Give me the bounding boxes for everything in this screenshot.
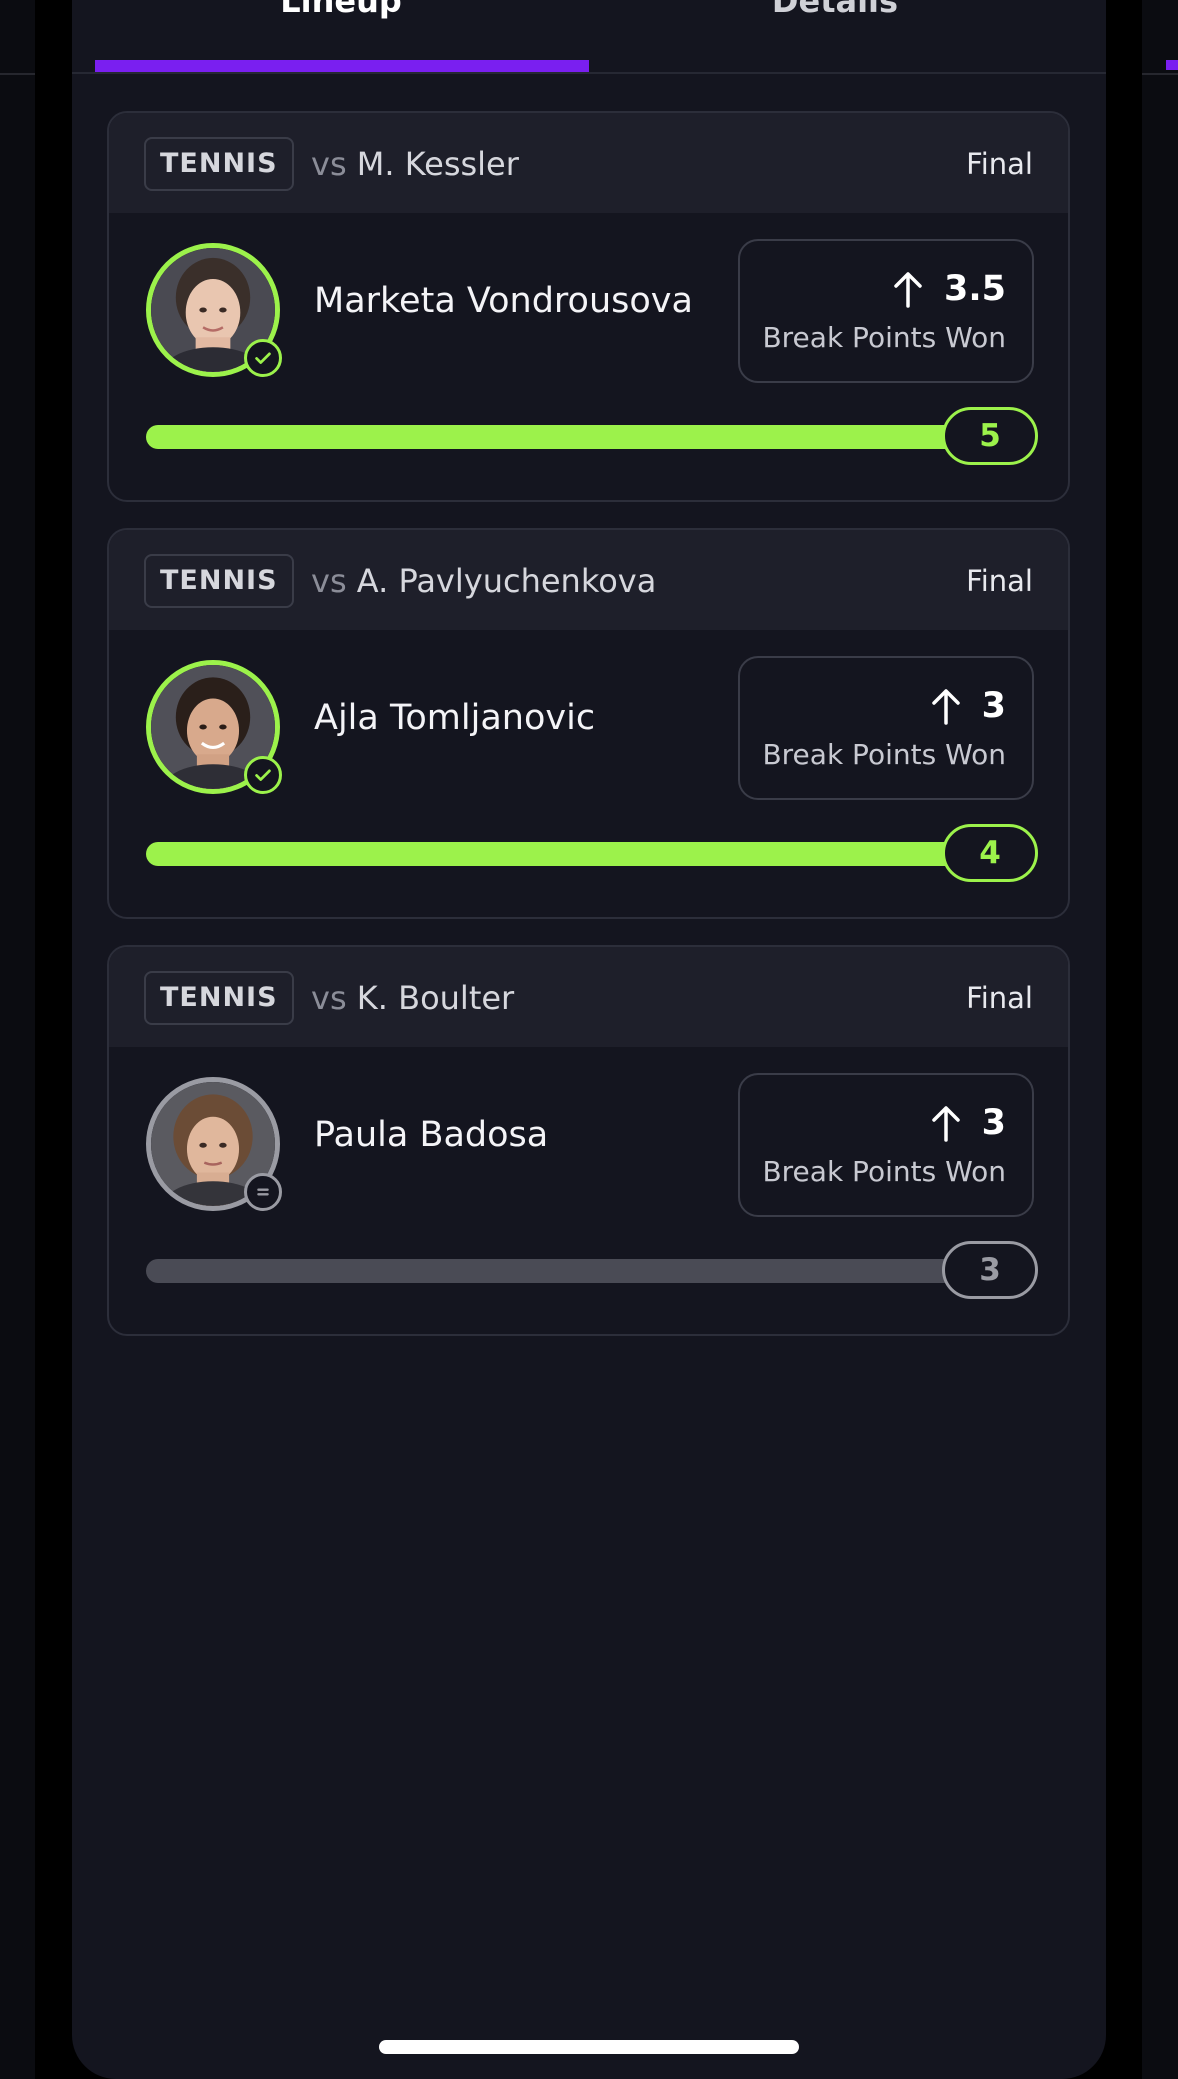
avatar (146, 1077, 282, 1211)
player-name[interactable]: Ajla Tomljanovic (314, 698, 595, 738)
opponent-name: K. Boulter (356, 979, 515, 1017)
tab-bar: Lineup Details (72, 0, 1106, 74)
stat-label: Break Points Won (762, 738, 1006, 771)
matchup: vs K. Boulter (311, 973, 514, 1023)
card-header: TENNIS vs A. Pavlyuchenkova Final (109, 530, 1068, 630)
match-status: Final (966, 981, 1033, 1015)
avatar (146, 243, 282, 377)
stat-box: 3 Break Points Won (738, 656, 1034, 800)
arrow-up-icon (894, 272, 922, 308)
matchup: vs A. Pavlyuchenkova (311, 556, 656, 606)
card-header: TENNIS vs M. Kessler Final (109, 113, 1068, 213)
vs-label: vs (311, 979, 347, 1017)
stat-value: 3 (981, 686, 1006, 726)
sport-badge: TENNIS (144, 554, 294, 608)
home-indicator[interactable] (379, 2040, 799, 2054)
player-card[interactable]: TENNIS vs M. Kessler Final Marketa Vondr… (107, 111, 1070, 502)
stat-value: 3 (981, 1103, 1006, 1143)
stat-label: Break Points Won (762, 1155, 1006, 1188)
arrow-up-icon (931, 689, 960, 725)
background-strip (35, 0, 72, 2079)
background-tab-indicator (1166, 60, 1178, 70)
equals-icon (244, 1173, 282, 1211)
sport-badge: TENNIS (144, 137, 294, 191)
stat-box: 3 Break Points Won (738, 1073, 1034, 1217)
background-panel-right (1142, 0, 1178, 2079)
score-pill: 4 (942, 824, 1038, 882)
player-card[interactable]: TENNIS vs K. Boulter Final Paula Badosa … (107, 945, 1070, 1336)
progress-bar (146, 1259, 968, 1283)
vs-label: vs (311, 562, 347, 600)
stat-box: 3.5 Break Points Won (738, 239, 1034, 383)
active-tab-indicator (95, 60, 589, 72)
player-name[interactable]: Paula Badosa (314, 1115, 548, 1155)
progress-bar (146, 425, 968, 449)
opponent-name: A. Pavlyuchenkova (356, 562, 657, 600)
opponent-name: M. Kessler (356, 145, 519, 183)
player-card[interactable]: TENNIS vs A. Pavlyuchenkova Final Ajla T… (107, 528, 1070, 919)
stat-label: Break Points Won (762, 321, 1006, 354)
match-status: Final (966, 564, 1033, 598)
background-divider-right (1142, 73, 1178, 75)
tab-lineup[interactable]: Lineup (94, 0, 588, 22)
check-icon (244, 756, 282, 794)
score-pill: 5 (942, 407, 1038, 465)
stat-value: 3.5 (943, 269, 1006, 309)
matchup: vs M. Kessler (311, 139, 519, 189)
sport-badge: TENNIS (144, 971, 294, 1025)
check-icon (244, 339, 282, 377)
tab-details[interactable]: Details (588, 0, 1082, 22)
background-panel-left (0, 0, 35, 2079)
arrow-up-icon (931, 1106, 960, 1142)
progress-bar (146, 842, 968, 866)
score-pill: 3 (942, 1241, 1038, 1299)
background-divider-left (0, 73, 35, 75)
card-header: TENNIS vs K. Boulter Final (109, 947, 1068, 1047)
match-status: Final (966, 147, 1033, 181)
vs-label: vs (311, 145, 347, 183)
player-name[interactable]: Marketa Vondrousova (314, 281, 693, 321)
lineup-sheet: Lineup Details TENNIS vs M. Kessler Fina… (72, 0, 1106, 2079)
avatar (146, 660, 282, 794)
